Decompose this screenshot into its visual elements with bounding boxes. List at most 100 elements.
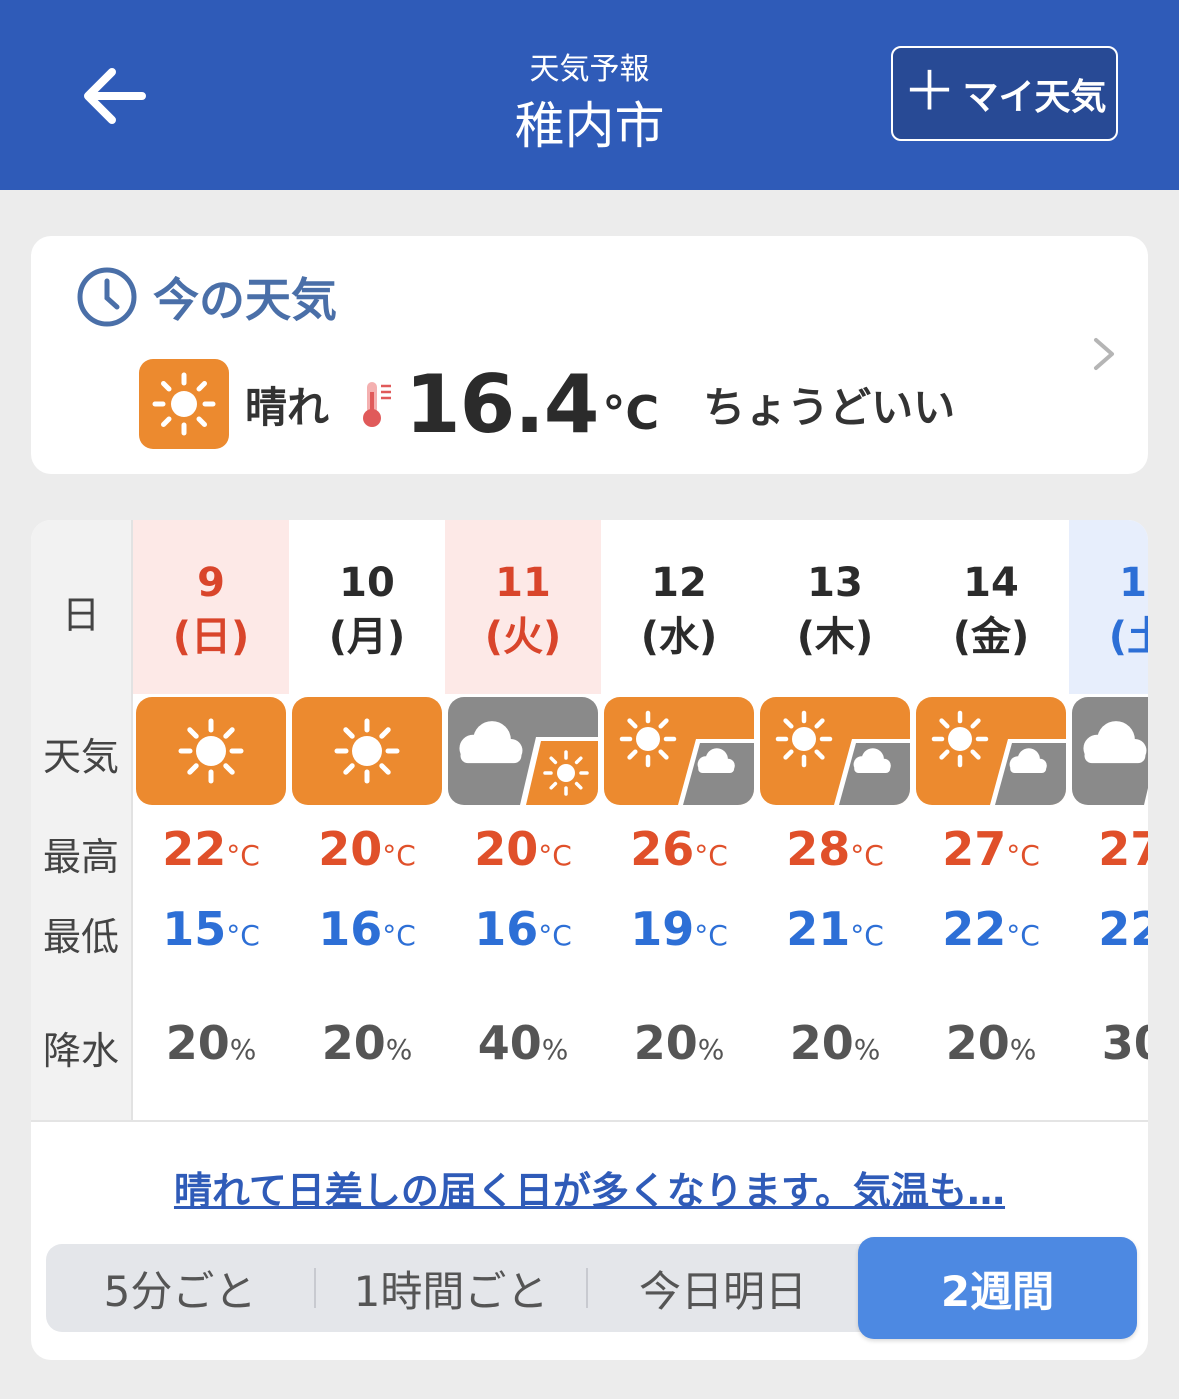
precip-chance-value: 30: [1101, 1016, 1148, 1070]
day-header: 11 (火): [445, 520, 601, 694]
day-weekday: (月): [328, 614, 406, 660]
forecast-day-column[interactable]: 15 (土) 27°C 22°C 30%: [1069, 520, 1148, 1120]
tab-hourly[interactable]: 1時間ごと: [316, 1244, 586, 1332]
low-temp-value: 21: [786, 902, 851, 956]
precip-chance: 20%: [133, 1016, 289, 1070]
high-temp-value: 27: [942, 822, 1007, 876]
day-date: 14: [963, 560, 1019, 606]
low-temp-value: 16: [318, 902, 383, 956]
current-weather-row: 晴れ 16.4 °C ちょうどいい: [139, 356, 955, 452]
temperature-unit: °C: [602, 386, 660, 440]
high-temp: 20°C: [445, 822, 601, 876]
view-tabs: 5分ごと 1時間ごと 今日明日 2週間: [46, 1237, 1137, 1339]
tab-5min[interactable]: 5分ごと: [46, 1244, 314, 1332]
precip-chance-unit: %: [385, 1033, 413, 1066]
sunny-icon: [136, 697, 286, 805]
high-temp-value: 27: [1098, 822, 1148, 876]
plus-icon: ＋: [902, 59, 957, 123]
day-date: 11: [495, 560, 551, 606]
precip-chance-value: 40: [477, 1016, 542, 1070]
row-label-high: 最高: [42, 835, 119, 879]
forecast-day-column[interactable]: 11 (火) 20°C 16°C 40%: [445, 520, 601, 1120]
precip-chance: 20%: [601, 1016, 757, 1070]
low-temp: 22°C: [913, 902, 1069, 956]
row-label-day: 日: [61, 593, 100, 637]
high-temp: 27°C: [913, 822, 1069, 876]
day-date: 10: [339, 560, 395, 606]
precip-chance-unit: %: [697, 1033, 725, 1066]
low-temp-value: 22: [1098, 902, 1148, 956]
high-temp-unit: °C: [382, 839, 416, 872]
high-temp-value: 22: [162, 822, 227, 876]
precip-chance-value: 20: [945, 1016, 1010, 1070]
clock-icon: [77, 267, 137, 327]
precip-chance-value: 20: [165, 1016, 230, 1070]
forecast-day-column[interactable]: 13 (木) 28°C 21°C 20%: [757, 520, 913, 1120]
precip-chance-unit: %: [853, 1033, 881, 1066]
forecast-comment-link[interactable]: 晴れて日差しの届く日が多くなります。気温も…: [31, 1160, 1148, 1215]
high-temp-value: 26: [630, 822, 695, 876]
thermometer-icon: [363, 382, 392, 427]
forecast-day-column[interactable]: 10 (月) 20°C 16°C 20%: [289, 520, 445, 1120]
low-temp: 16°C: [289, 902, 445, 956]
add-my-weather-button[interactable]: ＋ マイ天気: [891, 46, 1118, 141]
high-temp-value: 20: [474, 822, 539, 876]
current-weather-heading: 今の天気: [75, 264, 337, 330]
high-temp: 22°C: [133, 822, 289, 876]
precip-chance-value: 20: [321, 1016, 386, 1070]
current-temperature: 16.4: [405, 357, 599, 451]
precip-chance-value: 20: [633, 1016, 698, 1070]
precip-chance-unit: %: [229, 1033, 257, 1066]
high-temp: 28°C: [757, 822, 913, 876]
day-weekday: (日): [172, 614, 250, 660]
high-temp: 27°C: [1069, 822, 1148, 876]
high-temp-value: 20: [318, 822, 383, 876]
low-temp-value: 15: [162, 902, 227, 956]
low-temp-value: 22: [942, 902, 1007, 956]
cloudy-sunny-icon: [1072, 697, 1148, 805]
low-temp-unit: °C: [382, 919, 416, 952]
divider: [31, 1120, 1148, 1122]
day-weekday: (金): [952, 614, 1030, 660]
day-date: 15: [1119, 560, 1148, 606]
precip-chance: 20%: [289, 1016, 445, 1070]
low-temp-unit: °C: [226, 919, 260, 952]
tab-today-tomorrow[interactable]: 今日明日: [588, 1244, 858, 1332]
low-temp: 16°C: [445, 902, 601, 956]
row-label-precip: 降水: [42, 1029, 119, 1073]
precip-chance: 30%: [1069, 1016, 1148, 1070]
row-label-low: 最低: [42, 915, 119, 959]
current-weather-card[interactable]: 今の天気 晴れ 16.4 °C ちょうどいい: [31, 236, 1148, 474]
day-date: 9: [197, 560, 225, 606]
precip-chance-unit: %: [1009, 1033, 1037, 1066]
app-header: 天気予報 稚内市 ＋ マイ天気: [0, 0, 1179, 190]
precip-chance: 40%: [445, 1016, 601, 1070]
low-temp: 22°C: [1069, 902, 1148, 956]
high-temp-unit: °C: [850, 839, 884, 872]
forecast-day-column[interactable]: 14 (金) 27°C 22°C 20%: [913, 520, 1069, 1120]
row-label-weather: 天気: [42, 735, 119, 779]
sunny-cloudy-icon: [604, 697, 754, 805]
chevron-right-icon: [1094, 338, 1114, 370]
high-temp-unit: °C: [226, 839, 260, 872]
day-header: 13 (木): [757, 520, 913, 694]
low-temp-unit: °C: [538, 919, 572, 952]
feel-description: ちょうどいい: [703, 382, 956, 432]
day-weekday: (火): [484, 614, 562, 660]
sunny-icon: [139, 359, 229, 449]
high-temp-unit: °C: [1006, 839, 1040, 872]
day-header: 14 (金): [913, 520, 1069, 694]
forecast-day-column[interactable]: 12 (水) 26°C 19°C 20%: [601, 520, 757, 1120]
precip-chance-value: 20: [789, 1016, 854, 1070]
sunny-icon: [292, 697, 442, 805]
low-temp: 21°C: [757, 902, 913, 956]
low-temp-value: 16: [474, 902, 539, 956]
day-weekday: (土): [1108, 614, 1148, 660]
high-temp: 20°C: [289, 822, 445, 876]
precip-chance: 20%: [757, 1016, 913, 1070]
forecast-day-column[interactable]: 9 (日) 22°C 15°C 20%: [133, 520, 289, 1120]
day-date: 12: [651, 560, 707, 606]
low-temp: 19°C: [601, 902, 757, 956]
low-temp-value: 19: [630, 902, 695, 956]
tab-two-weeks[interactable]: 2週間: [858, 1237, 1137, 1339]
